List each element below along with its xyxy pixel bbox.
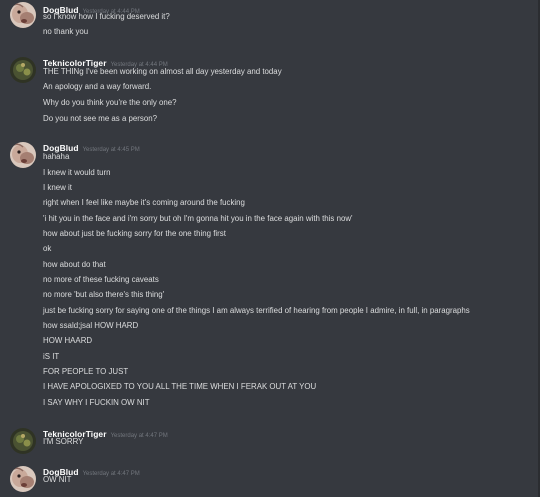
teknicolortiger-avatar[interactable] — [10, 57, 36, 83]
message-text: right when I feel like maybe it's coming… — [43, 198, 245, 207]
message-text: THE THINg I've been working on almost al… — [43, 67, 282, 76]
message-text: iS IT — [43, 352, 60, 361]
message-text: hahaha — [43, 152, 70, 161]
message-text: no thank you — [43, 27, 89, 36]
message-text: I knew it — [43, 183, 72, 192]
teknicolortiger-avatar[interactable] — [10, 428, 36, 454]
dogblud-avatar[interactable] — [10, 466, 36, 492]
timestamp[interactable]: Yesterday at 4:47 PM — [83, 471, 140, 477]
timestamp[interactable]: Yesterday at 4:45 PM — [83, 147, 140, 153]
message-text: just be fucking sorry for saying one of … — [43, 306, 470, 315]
message-header: DogBlud Yesterday at 4:44 PM — [43, 0, 140, 15]
chat-messages: DogBlud Yesterday at 4:44 PM so I know ho… — [0, 0, 540, 497]
message-header: DogBlud Yesterday at 4:47 PM — [43, 462, 140, 477]
message-text: I SAY WHY I FUCKIN OW NIT — [43, 398, 150, 407]
dogblud-avatar[interactable] — [10, 2, 36, 28]
message-text: 'i hit you in the face and i'm sorry but… — [43, 214, 353, 223]
message-text: how about just be fucking sorry for the … — [43, 229, 226, 238]
message-text: so I know how I fucking deserved it? — [43, 12, 170, 21]
message-text: OW NIT — [43, 475, 72, 484]
dogblud-avatar[interactable] — [10, 142, 36, 168]
message-header: TeknicolorTiger Yesterday at 4:44 PM — [43, 53, 168, 68]
message-text: I'M SORRY — [43, 437, 84, 446]
message-header: TeknicolorTiger Yesterday at 4:47 PM — [43, 424, 168, 439]
message-text: FOR PEOPLE TO JUST — [43, 367, 129, 376]
message-text: ok — [43, 244, 52, 253]
message-text: no more 'but also there's this thing' — [43, 290, 165, 299]
message-text: no more of these fucking caveats — [43, 275, 159, 284]
message-text: how ssald;jsal HOW HARD — [43, 321, 139, 330]
message-text: how about do that — [43, 260, 106, 269]
message-text: I HAVE APOLOGIXED TO YOU ALL THE TIME WH… — [43, 382, 317, 391]
timestamp[interactable]: Yesterday at 4:47 PM — [111, 433, 168, 439]
message-text: Why do you think you're the only one? — [43, 98, 177, 107]
message-header: DogBlud Yesterday at 4:45 PM — [43, 138, 140, 153]
message-text: I knew it would turn — [43, 168, 111, 177]
message-text: An apology and a way forward. — [43, 82, 152, 91]
message-text: HOW HAARD — [43, 336, 93, 345]
message-text: Do you not see me as a person? — [43, 114, 158, 123]
